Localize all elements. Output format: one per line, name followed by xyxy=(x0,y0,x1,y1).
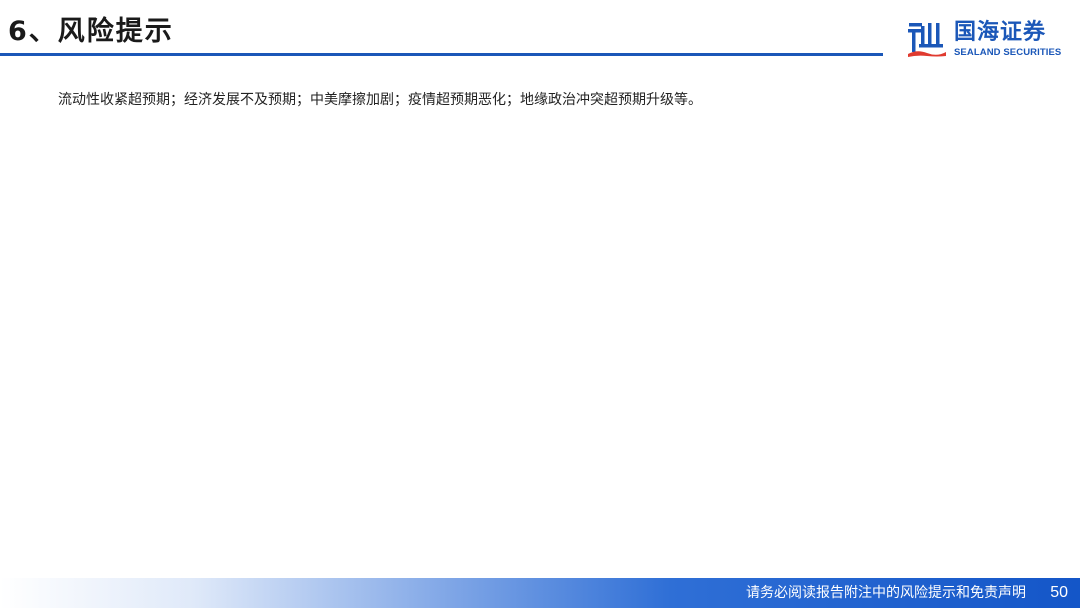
risk-list-text: 流动性收紧超预期；经济发展不及预期；中美摩擦加剧；疫情超预期恶化；地缘政治冲突超… xyxy=(58,92,702,108)
logo-english-name: SEALAND SECURITIES xyxy=(954,47,1062,58)
company-logo: 国海证券 SEALAND SECURITIES xyxy=(907,20,1067,62)
footer-bar: 请务必阅读报告附注中的风险提示和免责声明 50 xyxy=(0,578,1080,608)
footer-disclaimer: 请务必阅读报告附注中的风险提示和免责声明 xyxy=(746,585,1026,601)
logo-chinese-name: 国海证券 xyxy=(954,20,1047,45)
page-number: 50 xyxy=(1050,584,1068,601)
header-divider xyxy=(0,53,883,56)
slide: 6、风险提示 国海证券 SEALAND SECURITIES 流动性收紧超预期；… xyxy=(0,0,1080,608)
sealand-logo-icon xyxy=(908,23,946,57)
page-title: 6、风险提示 xyxy=(8,16,174,47)
